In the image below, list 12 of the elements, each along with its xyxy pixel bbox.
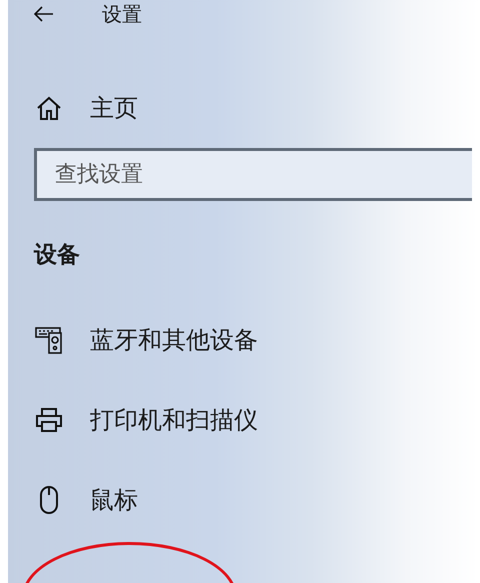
keyboard-speaker-icon — [35, 326, 63, 354]
nav-item[interactable]: 主页 — [34, 68, 480, 148]
printer-icon — [35, 407, 63, 433]
mouse-icon — [39, 486, 59, 514]
home-icon — [36, 95, 62, 121]
nav-item[interactable]: 鼠标 — [34, 460, 480, 540]
window-title: 设置 — [102, 0, 142, 28]
search-field[interactable]: 查找设置 — [34, 148, 472, 201]
back-arrow-icon — [34, 6, 54, 22]
nav-item[interactable]: 蓝牙和其他设备 — [34, 300, 480, 380]
section-heading: 设备 — [34, 241, 81, 270]
nav-item[interactable]: 打印机和扫描仪 — [34, 380, 480, 460]
